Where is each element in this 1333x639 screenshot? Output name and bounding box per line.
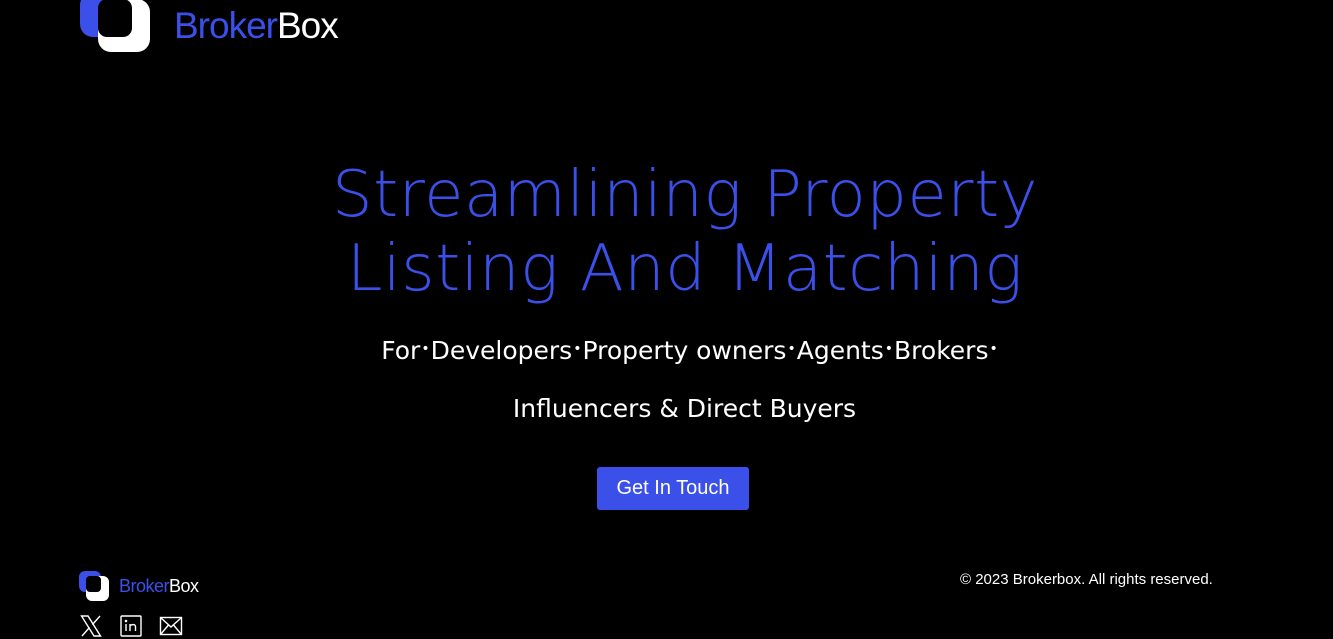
linkedin-icon[interactable] <box>119 614 143 638</box>
header-logo-link[interactable]: BrokerBox <box>80 0 339 52</box>
copyright-text: © 2023 Brokerbox. All rights reserved. <box>960 571 1213 588</box>
audience-item-brokers: Brokers <box>894 336 989 365</box>
get-in-touch-button[interactable]: Get In Touch <box>597 467 749 510</box>
audience-item-developers: Developers <box>430 336 573 365</box>
brokerbox-logo-icon <box>79 571 109 601</box>
brokerbox-logo-icon <box>80 0 150 52</box>
mail-icon[interactable] <box>159 614 183 638</box>
header-logo-text: BrokerBox <box>174 4 339 46</box>
footer-logo-text: BrokerBox <box>119 575 199 596</box>
hero-title: Streamlining Property Listing And Matchi… <box>0 158 1333 306</box>
audience-line-1: For•Developers•Property owners•Agents•Br… <box>0 338 1333 363</box>
bullet-dot: • <box>989 341 998 357</box>
bullet-dot: • <box>884 341 894 357</box>
audience-line-2: Influencers & Direct Buyers <box>512 394 857 423</box>
audience-item-property-owners: Property owners <box>582 336 787 365</box>
footer-logo-link[interactable]: BrokerBox <box>79 571 199 601</box>
audience-prefix: For <box>381 336 421 365</box>
social-links <box>79 614 183 638</box>
x-twitter-icon[interactable] <box>79 614 103 638</box>
hero-title-line-2: Listing And Matching <box>346 232 1024 306</box>
bullet-dot: • <box>787 341 796 357</box>
bullet-dot: • <box>573 341 582 357</box>
landing-page: BrokerBox Streamlining Property Listing … <box>0 0 1333 639</box>
hero-title-line-1: Streamlining Property <box>331 158 1039 232</box>
bullet-dot: • <box>421 341 430 357</box>
audience-item-agents: Agents <box>796 336 884 365</box>
